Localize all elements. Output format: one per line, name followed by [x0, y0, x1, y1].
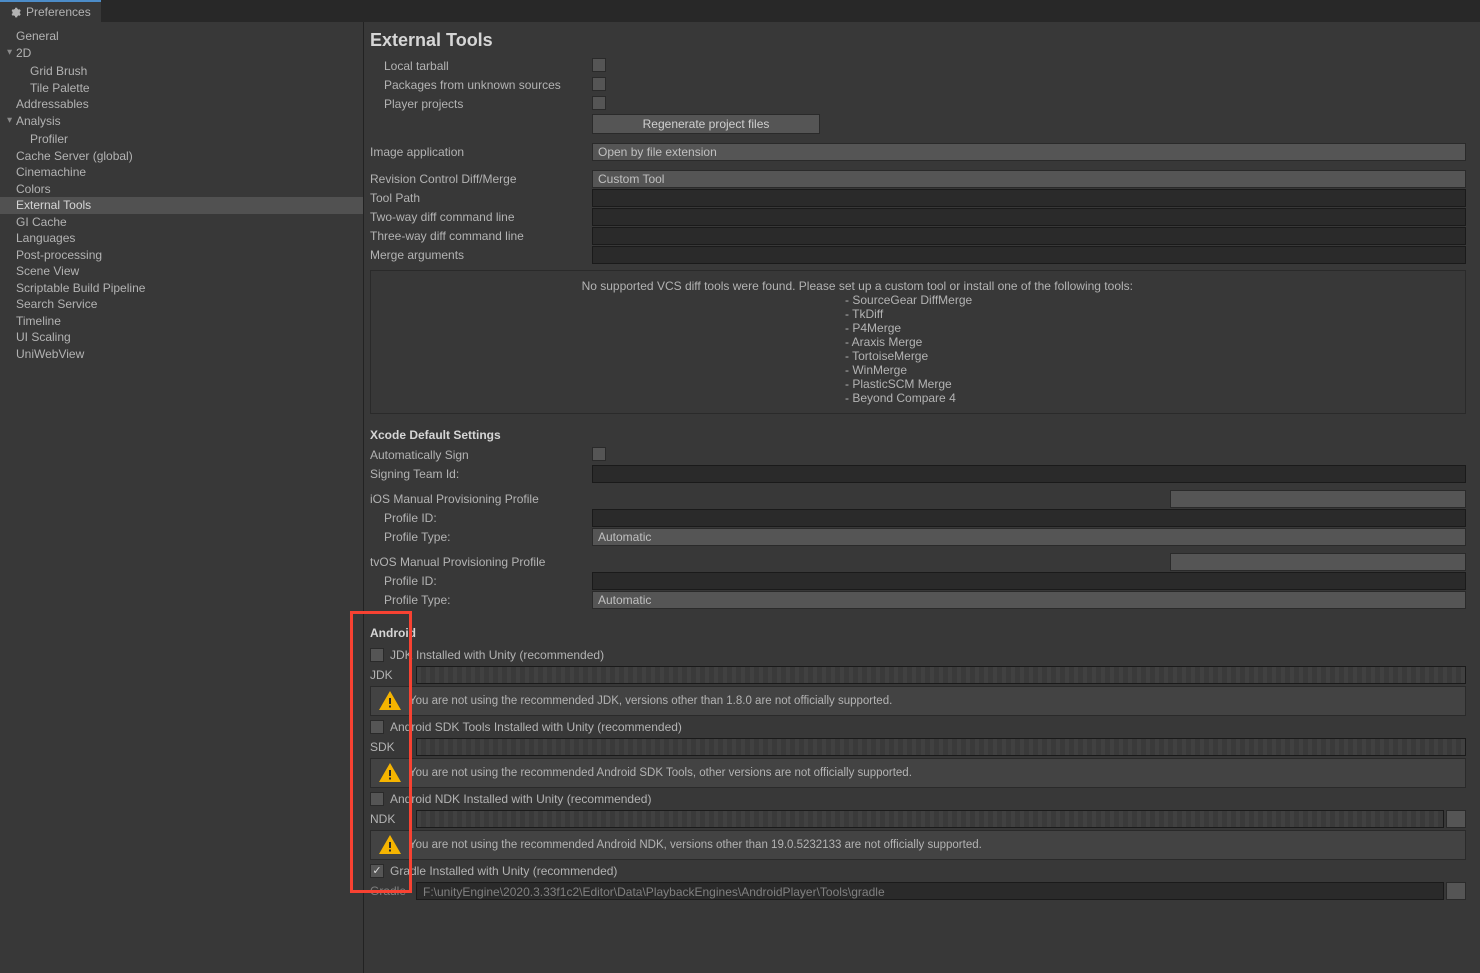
- sdk-installed-checkbox[interactable]: [370, 720, 384, 734]
- packages-unknown-checkbox[interactable]: [592, 77, 606, 91]
- image-app-dropdown[interactable]: Open by file extension: [592, 143, 1466, 161]
- revision-control-label: Revision Control Diff/Merge: [364, 172, 592, 186]
- ios-prov-label: iOS Manual Provisioning Profile: [364, 492, 592, 506]
- sidebar-item-analysis[interactable]: Analysis: [0, 113, 363, 132]
- jdk-installed-checkbox[interactable]: [370, 648, 384, 662]
- jdk-label: JDK: [364, 668, 416, 682]
- local-tarball-checkbox[interactable]: [592, 58, 606, 72]
- gradle-path-field: F:\unityEngine\2020.3.33f1c2\Editor\Data…: [416, 882, 1444, 900]
- tvos-profile-id-field[interactable]: [592, 572, 1466, 590]
- sidebar-item-uniwebview[interactable]: UniWebView: [0, 346, 363, 363]
- vcs-tool-item: SourceGear DiffMerge: [845, 293, 1453, 307]
- sidebar-item-addressables[interactable]: Addressables: [0, 96, 363, 113]
- tool-path-field[interactable]: [592, 189, 1466, 207]
- sidebar-item-general[interactable]: General: [0, 28, 363, 45]
- sdk-installed-label: Android SDK Tools Installed with Unity (…: [390, 720, 682, 734]
- sidebar-item-timeline[interactable]: Timeline: [0, 313, 363, 330]
- three-way-field[interactable]: [592, 227, 1466, 245]
- sidebar-item-external-tools[interactable]: External Tools: [0, 197, 363, 214]
- sidebar-item-cache-server-global-[interactable]: Cache Server (global): [0, 148, 363, 165]
- sidebar-item-scene-view[interactable]: Scene View: [0, 263, 363, 280]
- sidebar-item-scriptable-build-pipeline[interactable]: Scriptable Build Pipeline: [0, 280, 363, 297]
- sidebar-item-profiler[interactable]: Profiler: [0, 131, 363, 148]
- warning-icon: [377, 833, 403, 857]
- signing-team-field[interactable]: [592, 465, 1466, 483]
- warning-icon: [377, 689, 403, 713]
- preferences-tab[interactable]: Preferences: [0, 0, 101, 22]
- ndk-copy-button[interactable]: [1446, 810, 1466, 828]
- gradle-copy-button[interactable]: [1446, 882, 1466, 900]
- auto-sign-checkbox[interactable]: [592, 447, 606, 461]
- sidebar: General2DGrid BrushTile PaletteAddressab…: [0, 22, 364, 973]
- three-way-label: Three-way diff command line: [364, 229, 592, 243]
- vcs-tool-item: Araxis Merge: [845, 335, 1453, 349]
- vcs-tool-item: P4Merge: [845, 321, 1453, 335]
- sidebar-item-languages[interactable]: Languages: [0, 230, 363, 247]
- signing-team-label: Signing Team Id:: [364, 467, 592, 481]
- tvos-profile-type-label: Profile Type:: [364, 593, 592, 607]
- vcs-tools-info: No supported VCS diff tools were found. …: [370, 270, 1466, 414]
- sdk-path-field[interactable]: [416, 738, 1466, 756]
- tvos-browse-button[interactable]: [1170, 553, 1466, 571]
- gradle-label: Gradle: [364, 884, 416, 898]
- vcs-tool-item: WinMerge: [845, 363, 1453, 377]
- jdk-path-field[interactable]: [416, 666, 1466, 684]
- vcs-tool-item: TkDiff: [845, 307, 1453, 321]
- sidebar-item-gi-cache[interactable]: GI Cache: [0, 214, 363, 231]
- tool-path-label: Tool Path: [364, 191, 592, 205]
- sidebar-item-tile-palette[interactable]: Tile Palette: [0, 80, 363, 97]
- ios-profile-id-field[interactable]: [592, 509, 1466, 527]
- revision-control-dropdown[interactable]: Custom Tool: [592, 170, 1466, 188]
- gradle-installed-label: Gradle Installed with Unity (recommended…: [390, 864, 617, 878]
- jdk-warning: You are not using the recommended JDK, v…: [370, 686, 1466, 716]
- sidebar-item-search-service[interactable]: Search Service: [0, 296, 363, 313]
- main-panel: External Tools Local tarball Packages fr…: [364, 22, 1480, 973]
- sidebar-item-ui-scaling[interactable]: UI Scaling: [0, 329, 363, 346]
- player-projects-checkbox[interactable]: [592, 96, 606, 110]
- ios-profile-id-label: Profile ID:: [364, 511, 592, 525]
- player-projects-label: Player projects: [364, 97, 592, 111]
- ios-browse-button[interactable]: [1170, 490, 1466, 508]
- sdk-label: SDK: [364, 740, 416, 754]
- ndk-path-field[interactable]: [416, 810, 1444, 828]
- sidebar-item-grid-brush[interactable]: Grid Brush: [0, 63, 363, 80]
- merge-args-field[interactable]: [592, 246, 1466, 264]
- sidebar-item-colors[interactable]: Colors: [0, 181, 363, 198]
- two-way-label: Two-way diff command line: [364, 210, 592, 224]
- tab-title: Preferences: [26, 5, 91, 19]
- sidebar-item-post-processing[interactable]: Post-processing: [0, 247, 363, 264]
- sidebar-item-2d[interactable]: 2D: [0, 45, 363, 64]
- sdk-warning: You are not using the recommended Androi…: [370, 758, 1466, 788]
- page-title: External Tools: [364, 30, 1466, 51]
- android-header: Android: [364, 618, 1466, 644]
- packages-unknown-label: Packages from unknown sources: [364, 78, 592, 92]
- ndk-installed-checkbox[interactable]: [370, 792, 384, 806]
- xcode-header: Xcode Default Settings: [364, 420, 1466, 446]
- tvos-profile-id-label: Profile ID:: [364, 574, 592, 588]
- vcs-tool-item: TortoiseMerge: [845, 349, 1453, 363]
- ndk-installed-label: Android NDK Installed with Unity (recomm…: [390, 792, 651, 806]
- vcs-tool-item: PlasticSCM Merge: [845, 377, 1453, 391]
- ios-profile-type-label: Profile Type:: [364, 530, 592, 544]
- jdk-installed-label: JDK Installed with Unity (recommended): [390, 648, 604, 662]
- merge-args-label: Merge arguments: [364, 248, 592, 262]
- ios-profile-type-dropdown[interactable]: Automatic: [592, 528, 1466, 546]
- gear-icon: [10, 7, 21, 18]
- ndk-warning: You are not using the recommended Androi…: [370, 830, 1466, 860]
- image-app-label: Image application: [364, 145, 592, 159]
- warning-icon: [377, 761, 403, 785]
- auto-sign-label: Automatically Sign: [364, 448, 592, 462]
- window-header: Preferences: [0, 0, 1480, 22]
- sidebar-item-cinemachine[interactable]: Cinemachine: [0, 164, 363, 181]
- regenerate-button[interactable]: Regenerate project files: [592, 114, 820, 134]
- tvos-profile-type-dropdown[interactable]: Automatic: [592, 591, 1466, 609]
- tvos-prov-label: tvOS Manual Provisioning Profile: [364, 555, 592, 569]
- ndk-label: NDK: [364, 812, 416, 826]
- local-tarball-label: Local tarball: [364, 59, 592, 73]
- vcs-tool-item: Beyond Compare 4: [845, 391, 1453, 405]
- gradle-installed-checkbox[interactable]: [370, 864, 384, 878]
- two-way-field[interactable]: [592, 208, 1466, 226]
